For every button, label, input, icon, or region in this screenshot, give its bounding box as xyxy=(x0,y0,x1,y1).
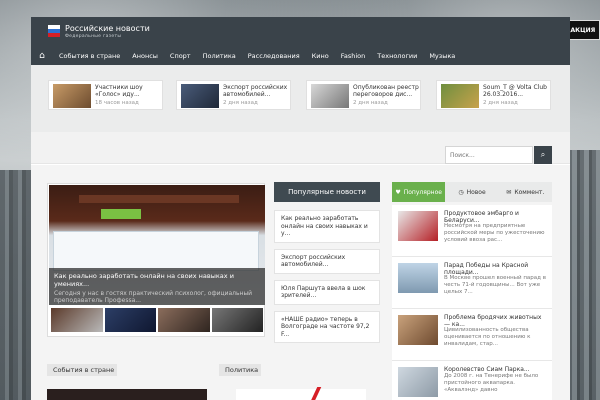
search-input[interactable] xyxy=(445,146,533,164)
tab-popular[interactable]: ♥ Популярное xyxy=(392,182,446,202)
news-ticker: Участники шоу «Голос» иду... 18 часов на… xyxy=(31,65,570,132)
popular-news-item[interactable]: Юля Паршута ввела в шок зрителей... xyxy=(274,279,380,305)
tab-label: Коммент. xyxy=(514,188,545,196)
ticker-card[interactable]: Опубликован реестр переговоров дис... 2 … xyxy=(306,80,421,110)
background-city-right xyxy=(568,150,600,400)
ticker-thumb xyxy=(311,84,349,108)
nav-item-events[interactable]: События в стране xyxy=(53,52,126,60)
comments-icon: ✉ xyxy=(506,188,512,196)
list-item-excerpt: До 2008 г. на Тенерифе не было пристойно… xyxy=(444,373,539,393)
nav-item-cinema[interactable]: Кино xyxy=(306,52,335,60)
featured-slider[interactable]: Как реально заработать онлайн на своих н… xyxy=(47,183,265,337)
popular-news-column: Популярные новости Как реально заработат… xyxy=(274,182,380,349)
list-item-excerpt: В Москве прошел военный парад в честь 71… xyxy=(444,275,546,295)
list-item-title: Королевство Сиам Парка... xyxy=(444,366,530,373)
nav-item-politics[interactable]: Политика xyxy=(197,52,242,60)
nav-item-sport[interactable]: Спорт xyxy=(164,52,197,60)
search-icon[interactable]: ⌕ xyxy=(534,146,552,164)
slide-decor xyxy=(101,209,141,219)
popular-news-item[interactable]: Экспорт российских автомобилей... xyxy=(274,248,380,274)
list-item[interactable]: Продуктовое эмбарго и Беларуси... Несмот… xyxy=(392,205,552,257)
ticker-time: 18 часов назад xyxy=(95,100,139,106)
list-item[interactable]: Парад Победы на Красной площади... В Мос… xyxy=(392,257,552,309)
home-icon[interactable]: ⌂ xyxy=(31,47,53,65)
slide-decor xyxy=(53,231,259,271)
logo-icon[interactable] xyxy=(48,25,60,37)
site-header: Российские новости Федеральные газеты ⌂ … xyxy=(31,17,570,65)
background-city-left xyxy=(0,170,32,400)
section-image[interactable] xyxy=(47,389,207,400)
list-item[interactable]: Королевство Сиам Парка... До 2008 г. на … xyxy=(392,361,552,400)
site-subtitle: Федеральные газеты xyxy=(65,34,122,39)
main-nav: ⌂ События в стране Анонсы Спорт Политика… xyxy=(31,47,570,65)
nav-item-technology[interactable]: Технологии xyxy=(371,52,423,60)
list-item-image xyxy=(398,315,438,345)
ticker-time: 2 дня назад xyxy=(483,100,518,106)
ticker-thumb xyxy=(441,84,479,108)
list-item-excerpt: Несмотря на предприятные российской меры… xyxy=(444,223,545,243)
section-image[interactable] xyxy=(236,389,366,400)
slider-thumb[interactable] xyxy=(158,308,210,332)
nav-item-fashion[interactable]: Fashion xyxy=(335,52,372,60)
popular-news-item[interactable]: Как реально заработать онлайн на своих н… xyxy=(274,210,380,243)
tab-label: Новое xyxy=(466,188,486,196)
slider-thumbnails xyxy=(49,308,265,335)
slide-caption-title: Как реально заработать онлайн на своих н… xyxy=(54,272,234,288)
list-item-excerpt: Цивилизованность общества оценивается по… xyxy=(444,327,531,347)
ticker-title: Опубликован реестр переговоров дис... xyxy=(353,84,419,98)
heart-icon: ♥ xyxy=(395,188,401,196)
ticker-thumb xyxy=(181,84,219,108)
tab-comments[interactable]: ✉ Коммент. xyxy=(498,182,552,202)
ticker-title: Экспорт российских автомобилей... xyxy=(223,84,288,98)
section-heading-politics[interactable]: Политика xyxy=(219,364,261,376)
list-item-image xyxy=(398,263,438,293)
tab-label: Популярное xyxy=(403,188,442,196)
section-heading-events[interactable]: События в стране xyxy=(47,364,117,376)
tab-new[interactable]: ◷ Новое xyxy=(445,182,499,202)
list-item[interactable]: Проблема бродячих животных — ка... Цивил… xyxy=(392,309,552,361)
sidebar-tabs: ♥ Популярное ◷ Новое ✉ Коммент. xyxy=(392,182,552,202)
nav-item-music[interactable]: Музыка xyxy=(423,52,461,60)
site-title[interactable]: Российские новости xyxy=(65,24,150,33)
ticker-card[interactable]: Экспорт российских автомобилей... 2 дня … xyxy=(176,80,291,110)
search-bar: ⌕ xyxy=(31,132,570,164)
slide-decor xyxy=(79,195,239,203)
slider-thumb[interactable] xyxy=(51,308,103,332)
nav-item-investigations[interactable]: Расследования xyxy=(242,52,306,60)
list-item-title: Парад Победы на Красной площади... xyxy=(444,262,529,276)
slide-caption[interactable]: Как реально заработать онлайн на своих н… xyxy=(49,268,265,305)
sidebar-list: Продуктовое эмбарго и Беларуси... Несмот… xyxy=(392,205,552,400)
main-content: Как реально заработать онлайн на своих н… xyxy=(31,165,570,400)
ticker-time: 2 дня назад xyxy=(223,100,258,106)
clock-icon: ◷ xyxy=(458,188,464,196)
ticker-card[interactable]: Участники шоу «Голос» иду... 18 часов на… xyxy=(48,80,163,110)
ticker-time: 2 дня назад xyxy=(353,100,388,106)
slide-caption-text: Сегодня у нас в гостях практический псих… xyxy=(54,290,253,304)
list-item-title: Проблема бродячих животных — ка... xyxy=(444,314,542,328)
slider-thumb[interactable] xyxy=(104,308,156,332)
page-wrapper: Российские новости Федеральные газеты ⌂ … xyxy=(31,17,570,400)
list-item-image xyxy=(398,211,438,241)
nav-item-announcements[interactable]: Анонсы xyxy=(126,52,164,60)
ticker-title: Soum_T @ Volta Club 26.03.2016... xyxy=(483,84,547,98)
ticker-thumb xyxy=(53,84,91,108)
ticker-title: Участники шоу «Голос» иду... xyxy=(95,84,143,98)
list-item-title: Продуктовое эмбарго и Беларуси... xyxy=(444,210,519,224)
list-item-image xyxy=(398,367,438,397)
slider-thumb[interactable] xyxy=(211,308,263,332)
ticker-card[interactable]: Soum_T @ Volta Club 26.03.2016... 2 дня … xyxy=(436,80,551,110)
popular-news-heading: Популярные новости xyxy=(274,182,380,202)
popular-news-item[interactable]: «НАШЕ радио» теперь в Волгограде на част… xyxy=(274,310,380,343)
